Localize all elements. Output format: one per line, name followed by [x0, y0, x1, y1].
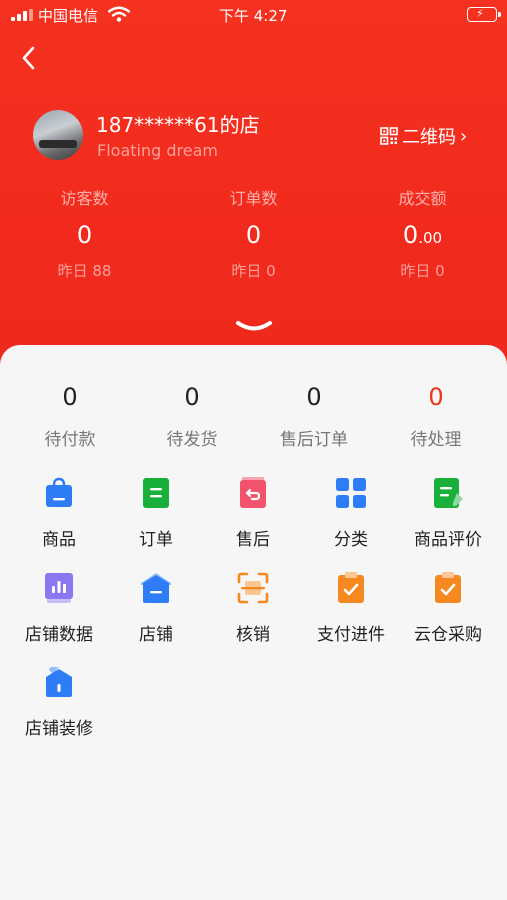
menu-item-orders[interactable]: 订单: [107, 477, 205, 550]
review-icon: [434, 478, 463, 508]
count-value: 0: [62, 383, 78, 411]
status-time: 下午 4:27: [219, 7, 288, 25]
metric-yesterday: 昨日 88: [57, 262, 112, 280]
menu-item-label: 支付进件: [317, 625, 385, 645]
menu-item-label: 订单: [139, 530, 173, 550]
qr-code-icon: [380, 127, 398, 145]
chevron-right-icon: ›: [460, 125, 468, 147]
menu-item-category[interactable]: 分类: [302, 477, 400, 550]
metric-label: 成交额: [398, 189, 447, 208]
metric-yesterday: 昨日 0: [400, 262, 445, 280]
dashboard-panel: 0 待付款 0 待发货 0 售后订单 0 待处理 商品 订单 售后 分类 商品评…: [0, 345, 507, 900]
store-icon: [141, 573, 171, 603]
metric-value: 0: [76, 221, 93, 249]
after-sale-icon: [240, 477, 266, 508]
purchase-clipboard-icon: [435, 572, 461, 603]
store-subtitle: Floating dream: [97, 141, 218, 160]
shopping-bag-icon: [46, 477, 72, 507]
menu-item-after-sale[interactable]: 售后: [204, 477, 302, 550]
wifi-icon: [108, 6, 130, 22]
count-label: 待处理: [410, 430, 462, 450]
payment-clipboard-icon: [338, 572, 364, 603]
category-grid-icon: [336, 478, 366, 508]
expand-chevron-icon[interactable]: [234, 318, 274, 336]
store-avatar[interactable]: [33, 110, 83, 160]
metric-label: 订单数: [229, 189, 278, 208]
pending-shipment-count[interactable]: 0 待发货: [131, 383, 253, 450]
count-label: 待发货: [166, 430, 218, 450]
menu-item-label: 售后: [236, 530, 270, 550]
menu-item-payment-onboarding[interactable]: 支付进件: [302, 572, 400, 645]
status-bar: 中国电信 下午 4:27 ⚡: [0, 0, 507, 30]
menu-item-label: 核销: [236, 625, 270, 645]
menu-item-label: 店铺装修: [25, 719, 93, 739]
metric-value: 0.00: [402, 221, 443, 249]
menu-item-label: 商品: [42, 530, 76, 550]
carrier-name: 中国电信: [38, 7, 99, 25]
menu-item-label: 云仓采购: [414, 625, 482, 645]
metric-yesterday: 昨日 0: [231, 262, 276, 280]
count-label: 售后订单: [280, 430, 348, 450]
battery-icon: ⚡: [467, 7, 501, 22]
scan-icon: [237, 572, 269, 604]
menu-item-cloud-purchase[interactable]: 云仓采购: [399, 572, 497, 645]
count-value: 0: [184, 383, 200, 411]
bar-chart-icon: [45, 573, 73, 603]
count-value: 0: [306, 383, 322, 411]
metric-value: 0: [245, 221, 262, 249]
menu-item-label: 店铺数据: [25, 625, 93, 645]
store-name: 187******61的店: [96, 113, 260, 137]
menu-item-store[interactable]: 店铺: [107, 572, 205, 645]
order-status-row: 0 待付款 0 待发货 0 售后订单 0 待处理: [0, 383, 507, 455]
menu-item-label: 商品评价: [414, 530, 482, 550]
qr-code-label: 二维码: [402, 127, 456, 148]
menu-item-goods[interactable]: 商品: [10, 477, 108, 550]
menu-item-store-decoration[interactable]: 店铺装修: [10, 666, 108, 739]
metric-turnover[interactable]: 成交额 0.00 昨日 0: [338, 185, 507, 281]
count-value: 0: [428, 383, 444, 411]
after-sale-orders-count[interactable]: 0 售后订单: [253, 383, 375, 450]
menu-item-label: 分类: [334, 530, 368, 550]
back-arrow-icon[interactable]: [16, 44, 44, 72]
metric-label: 访客数: [60, 189, 109, 208]
qr-code-button[interactable]: 二维码 ›: [380, 123, 467, 149]
signal-icon: [11, 9, 33, 21]
store-decor-icon: [46, 667, 72, 697]
pending-payment-count[interactable]: 0 待付款: [9, 383, 131, 450]
order-list-icon: [143, 478, 169, 508]
count-label: 待付款: [44, 430, 96, 450]
menu-item-store-data[interactable]: 店铺数据: [10, 572, 108, 645]
store-header: 中国电信 下午 4:27 ⚡ 187******61的店 Floating dr…: [0, 0, 507, 380]
metric-visitors[interactable]: 访客数 0 昨日 88: [0, 185, 169, 281]
menu-item-reviews[interactable]: 商品评价: [399, 477, 497, 550]
menu-item-label: 店铺: [139, 625, 173, 645]
pending-processing-count[interactable]: 0 待处理: [375, 383, 497, 450]
metric-orders[interactable]: 订单数 0 昨日 0: [169, 185, 338, 281]
menu-item-verify[interactable]: 核销: [204, 572, 302, 645]
